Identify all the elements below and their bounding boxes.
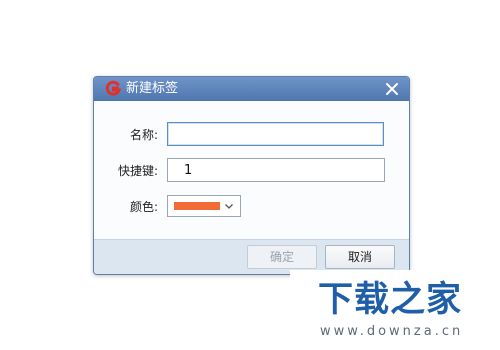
dialog-title: 新建标签 — [126, 81, 179, 96]
color-picker[interactable] — [167, 195, 241, 217]
new-tag-dialog: 新建标签 名称: 快捷键: 颜色: 确定 取消 — [93, 76, 410, 275]
color-swatch — [174, 202, 220, 210]
chevron-down-icon — [225, 204, 233, 209]
color-label: 颜色: — [129, 200, 158, 214]
dialog-body: 名称: 快捷键: 颜色: — [94, 101, 409, 239]
dialog-titlebar[interactable]: 新建标签 — [94, 77, 409, 101]
name-label: 名称: — [129, 128, 158, 142]
screen: 新建标签 名称: 快捷键: 颜色: 确定 取消 下载之家 www.downza.… — [0, 0, 500, 350]
shortcut-field[interactable] — [167, 158, 385, 182]
watermark-url: www.downza.cn — [320, 324, 464, 339]
ok-button[interactable]: 确定 — [247, 245, 317, 269]
close-icon[interactable] — [383, 80, 401, 98]
shortcut-label: 快捷键: — [117, 164, 158, 178]
name-field[interactable] — [167, 122, 384, 146]
watermark-title: 下载之家 — [318, 280, 463, 320]
g-logo-icon — [105, 80, 122, 96]
dialog-footer: 确定 取消 — [94, 239, 409, 274]
cancel-button[interactable]: 取消 — [325, 245, 395, 269]
